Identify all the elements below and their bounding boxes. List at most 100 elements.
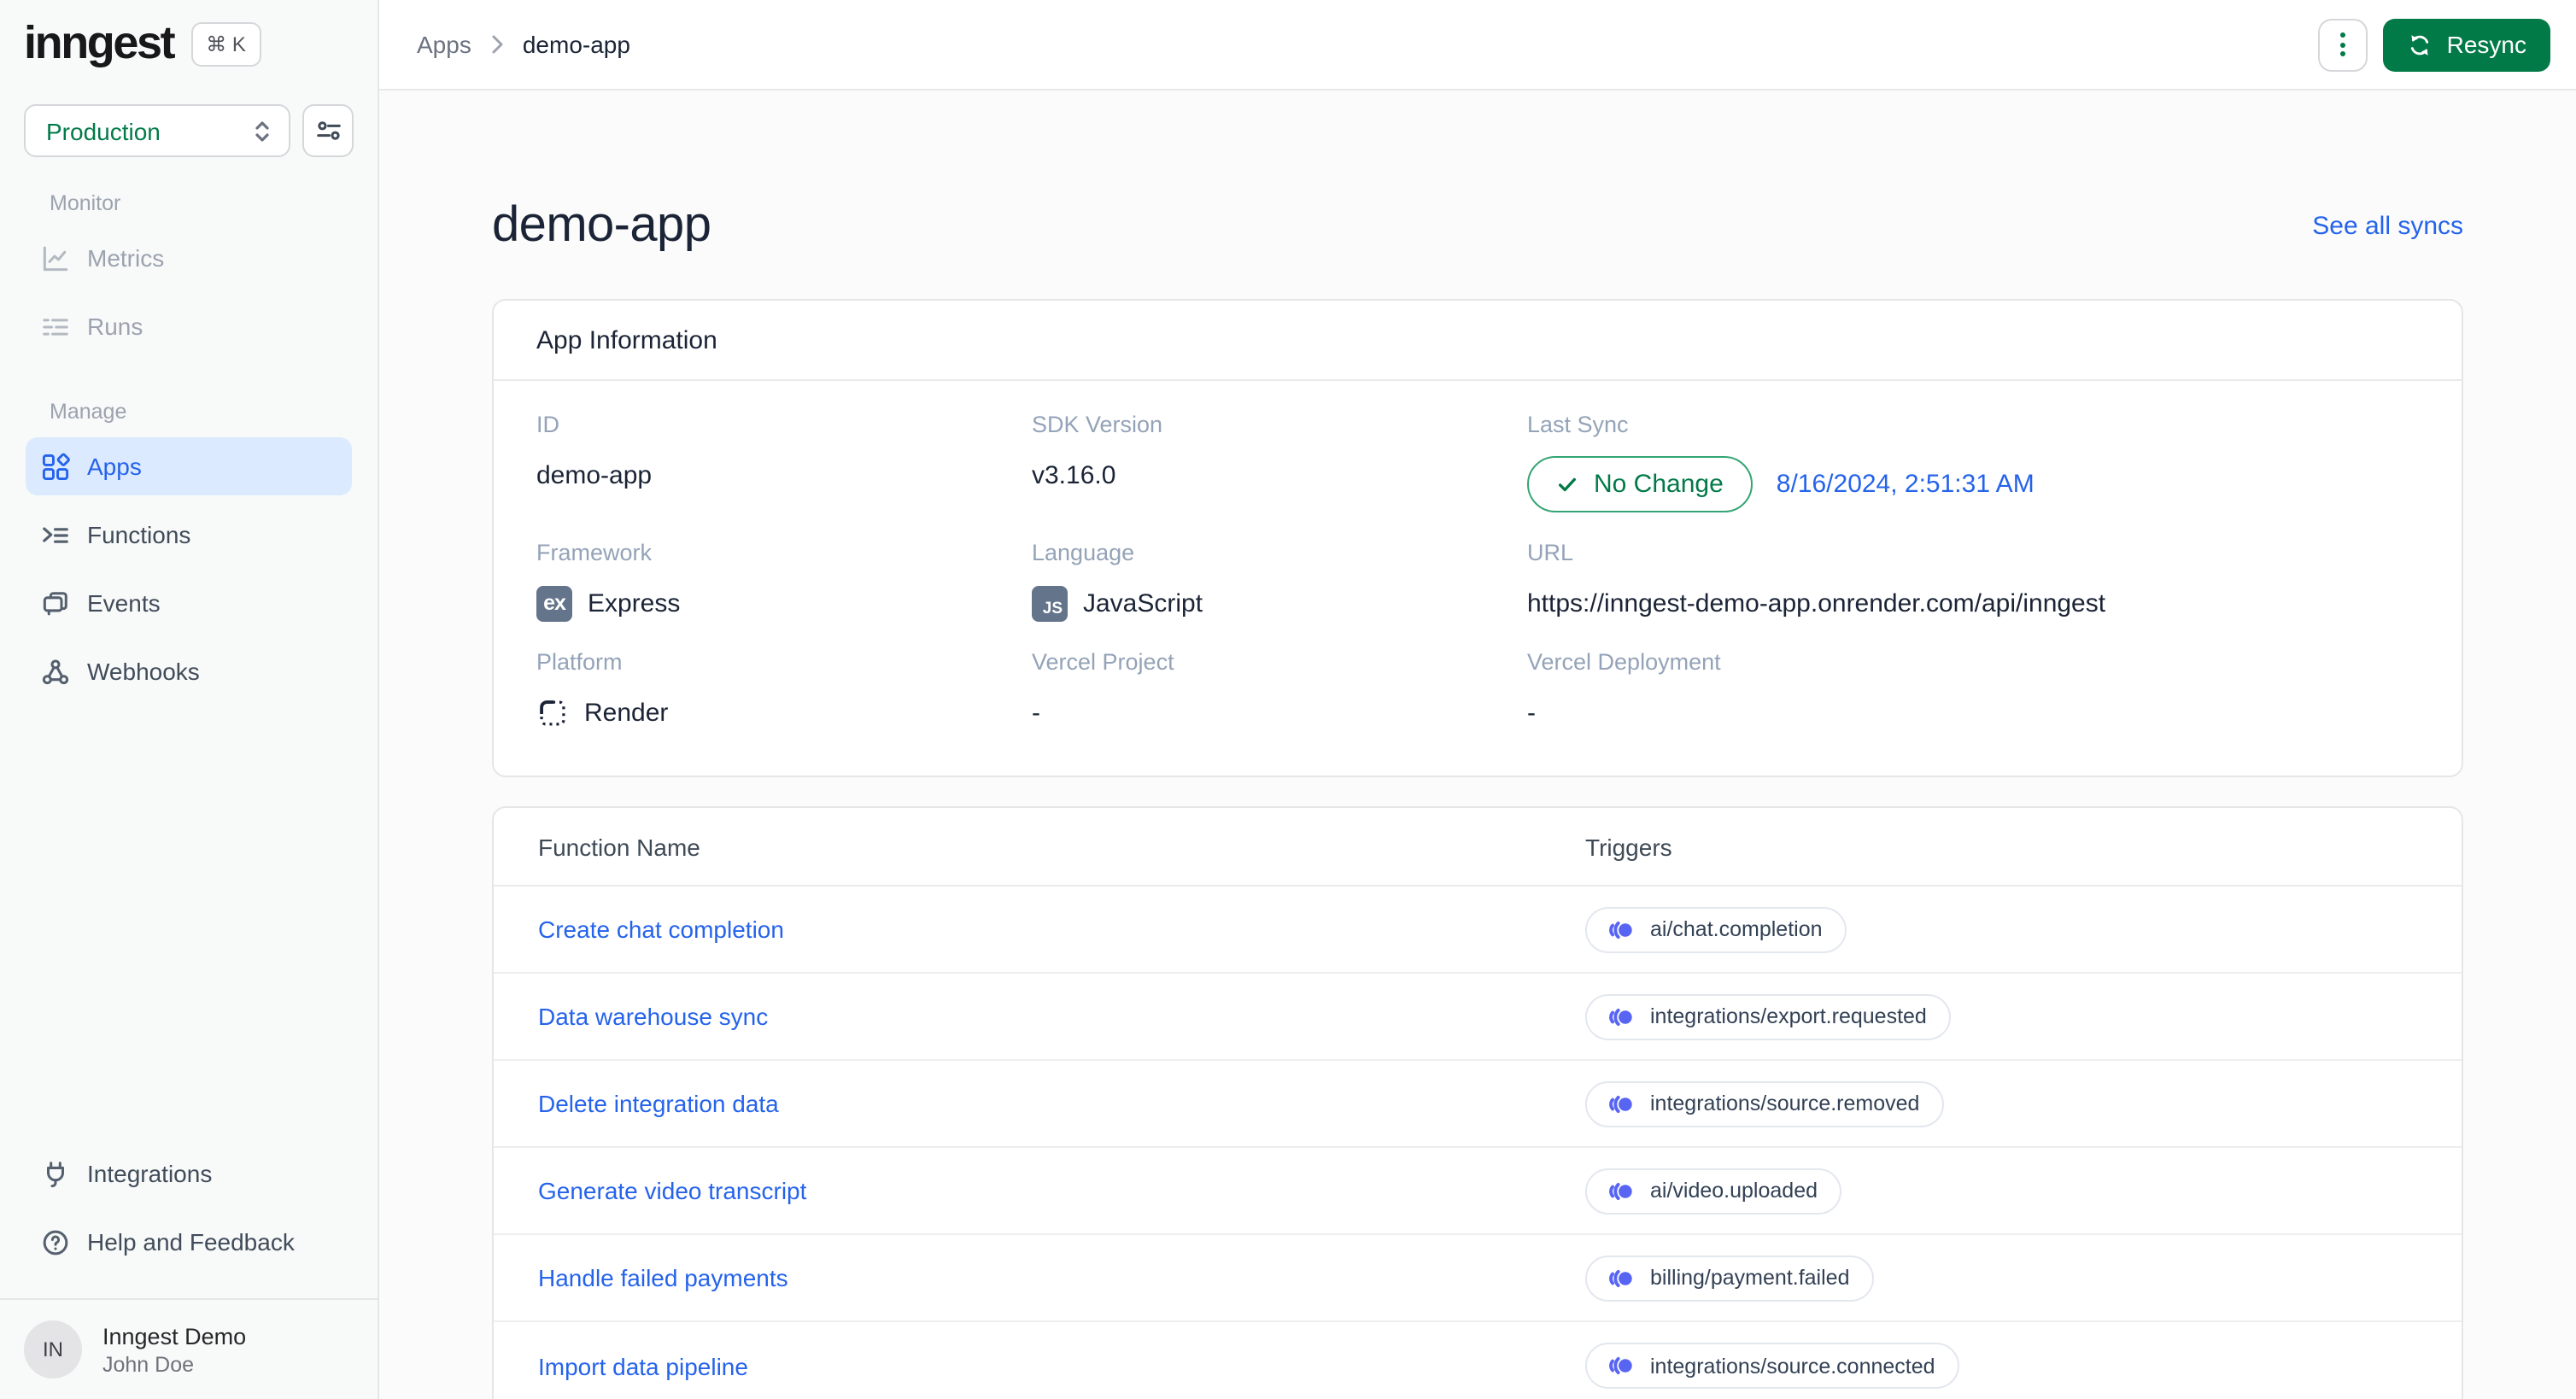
display-preferences-button[interactable] <box>302 104 354 157</box>
more-actions-button[interactable] <box>2318 18 2368 71</box>
trigger-pill: billing/payment.failed <box>1585 1255 1874 1301</box>
column-header-function-name: Function Name <box>538 833 700 860</box>
topbar: Apps demo-app Resync <box>379 0 2576 91</box>
function-link[interactable]: Delete integration data <box>538 1090 1585 1117</box>
user-display-name: John Doe <box>102 1352 195 1376</box>
table-row: Create chat completion ai/chat.completio… <box>494 887 2462 974</box>
kebab-menu-icon <box>2340 32 2346 56</box>
trigger-pill-label: ai/chat.completion <box>1650 917 1823 941</box>
sidebar-item-events[interactable]: Events <box>26 574 352 632</box>
table-row: Delete integration data integrations/sou… <box>494 1061 2462 1148</box>
sidebar-item-label: Functions <box>87 521 191 548</box>
field-value: https://inngest-demo-app.onrender.com/ap… <box>1527 588 2106 618</box>
functions-table-header: Function Name Triggers <box>494 808 2462 887</box>
app-information-card: App Information ID demo-app SDK Version … <box>492 299 2463 777</box>
functions-icon <box>41 520 70 549</box>
sync-arrows-icon <box>2408 32 2433 57</box>
see-all-syncs-link[interactable]: See all syncs <box>2312 212 2463 241</box>
field-label: URL <box>1527 540 1574 565</box>
field-value: demo-app <box>536 460 653 489</box>
field-url: URL https://inngest-demo-app.onrender.co… <box>1527 512 2419 622</box>
field-label: Platform <box>536 649 623 675</box>
events-windows-icon <box>41 588 70 618</box>
chevron-right-icon <box>490 34 504 55</box>
sidebar-item-metrics[interactable]: Metrics <box>26 229 352 287</box>
sidebar-item-integrations[interactable]: Integrations <box>26 1144 352 1203</box>
field-vercel-project: Vercel Project - <box>1032 622 1527 731</box>
page-title: demo-app <box>492 198 711 253</box>
field-label: Framework <box>536 540 653 565</box>
resync-button-label: Resync <box>2446 31 2526 58</box>
plug-icon <box>41 1159 70 1188</box>
sidebar-item-label: Metrics <box>87 244 165 272</box>
field-last-sync: Last Sync No Change 8/16/2024, 2:51:31 A… <box>1527 384 2419 512</box>
app-root: inngest ⌘ K Production Monitor Metrics R… <box>0 0 2576 1399</box>
sidebar-item-label: Integrations <box>87 1160 213 1187</box>
sidebar-item-functions[interactable]: Functions <box>26 506 352 564</box>
field-label: SDK Version <box>1032 412 1163 437</box>
field-platform: Platform Render <box>536 622 1032 731</box>
express-icon: ex <box>536 585 572 621</box>
field-value: Render <box>584 698 669 727</box>
line-chart-icon <box>41 243 70 272</box>
sidebar-item-runs[interactable]: Runs <box>26 297 352 355</box>
environment-select-value: Production <box>46 117 161 144</box>
event-trigger-icon <box>1609 1268 1632 1287</box>
sidebar-item-label: Events <box>87 589 161 617</box>
sidebar-item-apps[interactable]: Apps <box>26 437 352 495</box>
last-sync-time-link[interactable]: 8/16/2024, 2:51:31 AM <box>1777 470 2034 499</box>
field-label: Vercel Project <box>1032 649 1174 675</box>
field-id: ID demo-app <box>536 384 1032 512</box>
function-link[interactable]: Import data pipeline <box>538 1352 1585 1379</box>
function-link[interactable]: Handle failed payments <box>538 1264 1585 1291</box>
trigger-pill-label: integrations/export.requested <box>1650 1004 1927 1028</box>
resync-button[interactable]: Resync <box>2383 18 2550 71</box>
trigger-pill: integrations/source.connected <box>1585 1343 1959 1389</box>
environment-select[interactable]: Production <box>24 104 290 157</box>
function-link[interactable]: Create chat completion <box>538 916 1585 943</box>
section-label-manage: Manage <box>50 400 127 424</box>
event-trigger-icon <box>1609 1181 1632 1200</box>
sliders-icon <box>313 116 342 145</box>
sidebar-item-label: Help and Feedback <box>87 1228 295 1256</box>
function-link[interactable]: Data warehouse sync <box>538 1003 1585 1030</box>
breadcrumb: Apps demo-app <box>417 31 630 58</box>
field-value: Express <box>588 588 681 618</box>
command-k-shortcut[interactable]: ⌘ K <box>190 21 261 66</box>
sidebar: inngest ⌘ K Production Monitor Metrics R… <box>0 0 379 1399</box>
field-value: v3.16.0 <box>1032 460 1116 489</box>
javascript-icon: JS <box>1032 585 1068 621</box>
sidebar-item-webhooks[interactable]: Webhooks <box>26 642 352 700</box>
sidebar-item-help[interactable]: Help and Feedback <box>26 1213 352 1271</box>
field-label: ID <box>536 412 559 437</box>
event-trigger-icon <box>1609 920 1632 939</box>
webhook-icon <box>41 657 70 686</box>
check-icon <box>1556 473 1578 495</box>
field-value: - <box>1527 698 1536 727</box>
no-change-badge[interactable]: No Change <box>1527 456 1753 512</box>
function-link[interactable]: Generate video transcript <box>538 1177 1585 1204</box>
trigger-pill: integrations/source.removed <box>1585 1080 1944 1127</box>
event-trigger-icon <box>1609 1356 1632 1375</box>
runs-list-icon <box>41 312 70 341</box>
user-org-name: Inngest Demo <box>102 1323 247 1349</box>
field-value: JavaScript <box>1083 588 1203 618</box>
main-area: Apps demo-app Resync demo-app See all sy… <box>379 0 2576 1399</box>
section-label-monitor: Monitor <box>50 191 121 215</box>
breadcrumb-apps-link[interactable]: Apps <box>417 31 471 58</box>
app-information-title: App Information <box>494 301 2462 381</box>
apps-grid-icon <box>41 452 70 481</box>
user-menu[interactable]: IN Inngest Demo John Doe <box>0 1298 378 1399</box>
no-change-badge-label: No Change <box>1594 470 1724 499</box>
avatar: IN <box>24 1320 82 1379</box>
question-circle-icon <box>41 1227 70 1256</box>
trigger-pill: ai/chat.completion <box>1585 906 1847 952</box>
field-value: - <box>1032 698 1040 727</box>
trigger-pill-label: integrations/source.removed <box>1650 1092 1920 1115</box>
table-row: Generate video transcript ai/video.uploa… <box>494 1148 2462 1235</box>
render-platform-icon <box>536 696 569 729</box>
field-vercel-deployment: Vercel Deployment - <box>1527 622 2419 731</box>
event-trigger-icon <box>1609 1094 1632 1113</box>
field-framework: Framework ex Express <box>536 512 1032 622</box>
